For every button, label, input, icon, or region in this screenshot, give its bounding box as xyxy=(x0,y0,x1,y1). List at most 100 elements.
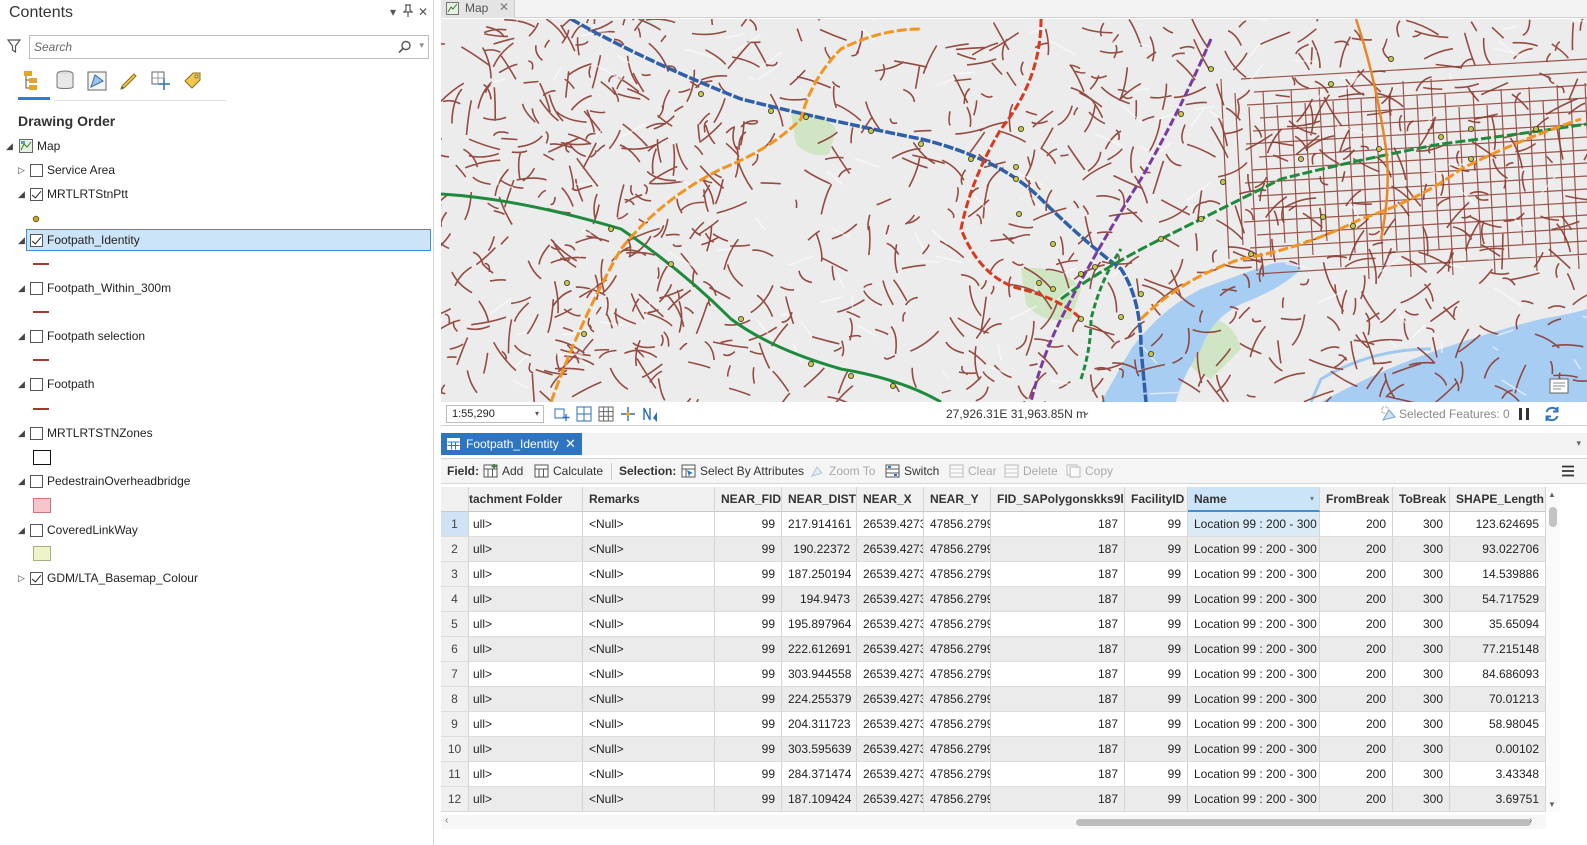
collapse-arrow-icon[interactable]: ◢ xyxy=(18,331,28,341)
close-icon[interactable]: ✕ xyxy=(499,0,509,14)
near-dist-cell[interactable]: 222.612691 xyxy=(782,637,857,661)
collapse-arrow-icon[interactable]: ◢ xyxy=(18,476,28,486)
contents-search-box[interactable]: ▾ xyxy=(29,35,429,59)
tobreak-cell[interactable]: 300 xyxy=(1393,587,1450,611)
name-cell[interactable]: Location 99 : 200 - 300 xyxy=(1188,687,1320,711)
shape-length-cell[interactable]: 77.215148 xyxy=(1450,637,1546,661)
near-x-cell[interactable]: 26539.4273 xyxy=(857,562,924,586)
facilityid-cell[interactable]: 99 xyxy=(1125,612,1188,636)
search-input[interactable] xyxy=(34,39,384,55)
fid-sapolygons-cell[interactable]: 187 xyxy=(991,612,1125,636)
near-dist-cell[interactable]: 187.109424 xyxy=(782,787,857,811)
facilityid-cell[interactable]: 99 xyxy=(1125,687,1188,711)
facilityid-cell[interactable]: 99 xyxy=(1125,787,1188,811)
frombreak-cell[interactable]: 200 xyxy=(1320,587,1393,611)
scroll-up-icon[interactable]: ▲ xyxy=(1548,490,1556,499)
tab-footpath-identity-table[interactable]: Footpath_Identity ✕ xyxy=(441,433,582,455)
layer-visibility-checkbox[interactable] xyxy=(30,475,43,488)
layer-row-service-area[interactable]: ▷ Service Area xyxy=(0,160,432,182)
remarks-cell[interactable]: <Null> xyxy=(583,512,715,536)
row-number[interactable]: 10 xyxy=(441,737,469,761)
frombreak-cell[interactable]: 200 xyxy=(1320,662,1393,686)
fid-sapolygons-cell[interactable]: 187 xyxy=(991,687,1125,711)
row-number[interactable]: 11 xyxy=(441,762,469,786)
layer-row-footpath-selection[interactable]: ◢ Footpath selection xyxy=(0,326,432,348)
near-x-cell[interactable]: 26539.4273 xyxy=(857,787,924,811)
table-row[interactable]: 7 ull> <Null> 99 303.944558 26539.4273 47856.2… xyxy=(441,662,1546,687)
switch-selection-button[interactable]: Switch xyxy=(885,462,941,482)
near-x-cell[interactable]: 26539.4273 xyxy=(857,762,924,786)
table-row[interactable]: 5 ull> <Null> 99 195.897964 26539.4273 47856.2… xyxy=(441,612,1546,637)
remarks-cell[interactable]: <Null> xyxy=(583,587,715,611)
name-cell[interactable]: Location 99 : 200 - 300 xyxy=(1188,787,1320,811)
filter-icon[interactable] xyxy=(6,38,22,54)
attribute-table-grid[interactable]: tachment Folder Remarks NEAR_FID NEAR_DI… xyxy=(441,487,1546,812)
fid-sapolygons-cell[interactable]: 187 xyxy=(991,712,1125,736)
column-header-name[interactable]: Name ▾ xyxy=(1188,487,1320,512)
near-fid-cell[interactable]: 99 xyxy=(715,537,782,561)
row-number[interactable]: 9 xyxy=(441,712,469,736)
layer-visibility-checkbox[interactable] xyxy=(30,524,43,537)
column-header-near-dist[interactable]: NEAR_DIST xyxy=(782,487,857,512)
near-fid-cell[interactable]: 99 xyxy=(715,687,782,711)
column-header-frombreak[interactable]: FromBreak xyxy=(1320,487,1393,512)
column-header-fid-sapolygons[interactable]: FID_SAPolygonskks9l0 xyxy=(991,487,1125,512)
calculate-field-button[interactable]: Calculate xyxy=(534,462,606,482)
row-number[interactable]: 8 xyxy=(441,687,469,711)
frombreak-cell[interactable]: 200 xyxy=(1320,562,1393,586)
name-cell[interactable]: Location 99 : 200 - 300 xyxy=(1188,612,1320,636)
table-row[interactable]: 1 ull> <Null> 99 217.914161 26539.4273 47856.2… xyxy=(441,512,1546,537)
layer-row-mrtlrtstnzones[interactable]: ◢ MRTLRTSTNZones xyxy=(0,423,432,445)
near-fid-cell[interactable]: 99 xyxy=(715,587,782,611)
layer-row-footpath-identity[interactable]: Footpath_Identity xyxy=(26,229,431,251)
near-x-cell[interactable]: 26539.4273 xyxy=(857,662,924,686)
table-horizontal-scrollbar[interactable]: ‹ › xyxy=(441,815,1546,829)
near-x-cell[interactable]: 26539.4273 xyxy=(857,687,924,711)
copy-button[interactable]: Copy xyxy=(1066,462,1116,482)
fid-sapolygons-cell[interactable]: 187 xyxy=(991,562,1125,586)
near-x-cell[interactable]: 26539.4273 xyxy=(857,512,924,536)
chevron-down-icon[interactable]: ▾ xyxy=(1576,438,1581,449)
near-fid-cell[interactable]: 99 xyxy=(715,787,782,811)
row-number[interactable]: 5 xyxy=(441,612,469,636)
frombreak-cell[interactable]: 200 xyxy=(1320,687,1393,711)
name-cell[interactable]: Location 99 : 200 - 300 xyxy=(1188,662,1320,686)
near-dist-cell[interactable]: 217.914161 xyxy=(782,512,857,536)
layer-row-mrtlrtstnptt[interactable]: ◢ MRTLRTStnPtt xyxy=(0,184,432,206)
near-dist-cell[interactable]: 187.250194 xyxy=(782,562,857,586)
list-by-editing-icon[interactable] xyxy=(114,66,144,96)
shape-length-cell[interactable]: 93.022706 xyxy=(1450,537,1546,561)
frombreak-cell[interactable]: 200 xyxy=(1320,512,1393,536)
list-by-source-icon[interactable] xyxy=(50,66,80,96)
chevron-down-icon[interactable]: ⌄ xyxy=(1082,407,1090,418)
attachment-folder-cell[interactable]: ull> xyxy=(469,737,583,761)
near-x-cell[interactable]: 26539.4273 xyxy=(857,737,924,761)
near-y-cell[interactable]: 47856.2799 xyxy=(924,687,991,711)
column-header-near-fid[interactable]: NEAR_FID xyxy=(715,487,782,512)
near-y-cell[interactable]: 47856.2799 xyxy=(924,662,991,686)
name-cell[interactable]: Location 99 : 200 - 300 xyxy=(1188,637,1320,661)
fid-sapolygons-cell[interactable]: 187 xyxy=(991,537,1125,561)
list-by-drawing-order-icon[interactable] xyxy=(18,66,48,96)
near-dist-cell[interactable]: 303.944558 xyxy=(782,662,857,686)
refresh-icon[interactable] xyxy=(1543,405,1561,423)
near-y-cell[interactable]: 47856.2799 xyxy=(924,512,991,536)
table-row[interactable]: 11 ull> <Null> 99 284.371474 26539.4273 47856.… xyxy=(441,762,1546,787)
name-cell[interactable]: Location 99 : 200 - 300 xyxy=(1188,537,1320,561)
tobreak-cell[interactable]: 300 xyxy=(1393,562,1450,586)
scroll-thumb[interactable] xyxy=(1076,819,1531,826)
fid-sapolygons-cell[interactable]: 187 xyxy=(991,737,1125,761)
map-node[interactable]: ◢ Map xyxy=(0,136,432,158)
shape-length-cell[interactable]: 3.43348 xyxy=(1450,762,1546,786)
map-overview-icon[interactable] xyxy=(1549,378,1569,394)
column-header-shape-length[interactable]: SHAPE_Length xyxy=(1450,487,1546,512)
shape-length-cell[interactable]: 70.01213 xyxy=(1450,687,1546,711)
near-y-cell[interactable]: 47856.2799 xyxy=(924,787,991,811)
clear-selection-button[interactable]: Clear xyxy=(949,462,999,482)
scroll-down-icon[interactable]: ▼ xyxy=(1548,800,1556,809)
tobreak-cell[interactable]: 300 xyxy=(1393,687,1450,711)
facilityid-cell[interactable]: 99 xyxy=(1125,662,1188,686)
attachment-folder-cell[interactable]: ull> xyxy=(469,762,583,786)
tobreak-cell[interactable]: 300 xyxy=(1393,762,1450,786)
tobreak-cell[interactable]: 300 xyxy=(1393,787,1450,811)
